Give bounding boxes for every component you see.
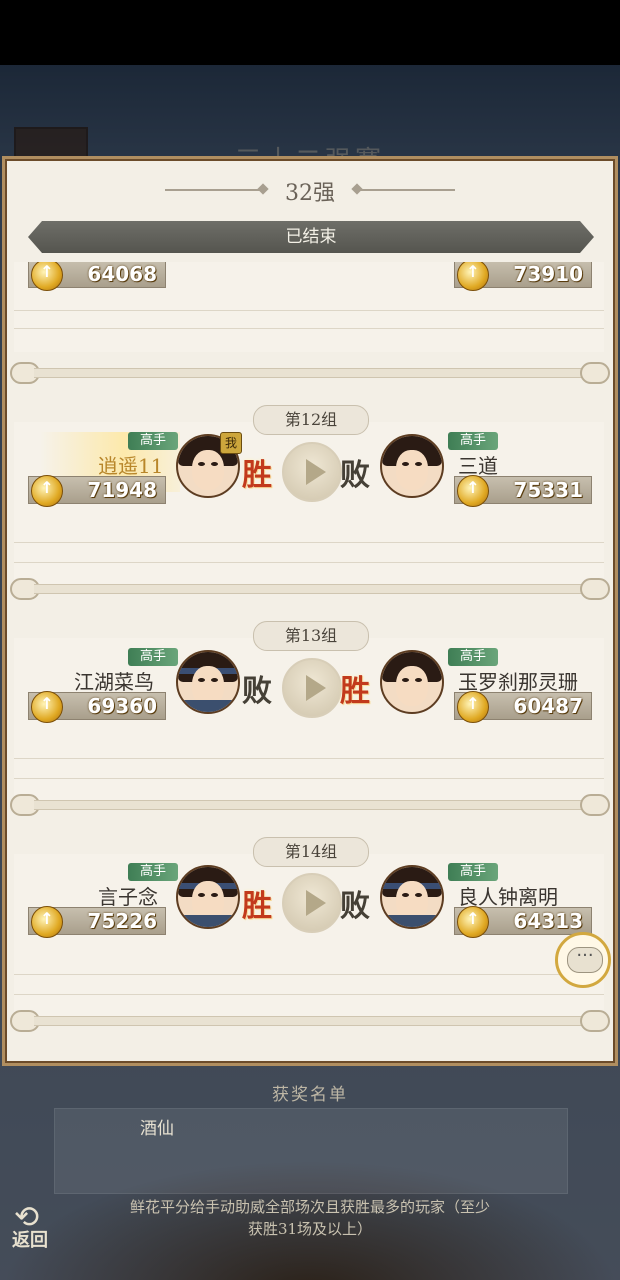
left-avatar[interactable] [176,650,240,714]
divider [14,778,604,779]
group-label: 第12组 [253,405,369,435]
power-coin-icon [457,475,489,507]
right-avatar[interactable] [380,865,444,929]
rank-badge: 高手 [128,432,178,450]
play-icon[interactable] [282,658,342,718]
award-winner: 酒仙 [140,1119,174,1139]
power-coin-icon [457,262,489,291]
play-icon[interactable] [282,442,342,502]
left-power-bar: 64068 [28,262,166,291]
left-power-bar: 69360 [28,691,166,723]
right-power: 75331 [513,478,583,502]
right-power-bar: 64313 [454,906,592,938]
power-coin-icon [457,906,489,938]
play-icon[interactable] [282,873,342,933]
award-list-title: 获奖名单 [272,1085,348,1105]
right-power-bar: 75331 [454,475,592,507]
right-result: 败 [340,889,370,924]
left-result: 败 [242,674,272,709]
left-result: 胜 [242,458,272,493]
right-avatar[interactable] [380,434,444,498]
divider [14,994,604,995]
group-label: 第14组 [253,837,369,867]
group-label: 第13组 [253,621,369,651]
scroll-divider [10,792,610,816]
power-coin-icon [31,906,63,938]
back-button[interactable]: ⟲ 返回 [4,1196,66,1256]
left-player-name: 逍遥11 [98,454,164,478]
power-coin-icon [31,475,63,507]
panel-title: 32强 [285,181,335,206]
right-player-name: 三道 [458,454,498,478]
scroll-divider [10,576,610,600]
award-list-box [54,1108,568,1194]
power-coin-icon [457,691,489,723]
left-player-name: 江湖菜鸟 [74,670,154,694]
left-result: 胜 [242,889,272,924]
me-badge: 我 [220,432,242,454]
rank-badge: 高手 [128,648,178,666]
divider [14,758,604,759]
right-power: 64313 [513,909,583,933]
title-ornament-right [355,189,455,191]
left-power: 64068 [87,262,157,286]
divider [14,310,604,311]
left-power: 69360 [87,694,157,718]
power-coin-icon [31,262,63,291]
chat-icon[interactable] [555,932,611,988]
left-power: 71948 [87,478,157,502]
divider [14,562,604,563]
right-result: 败 [340,458,370,493]
right-power: 73910 [513,262,583,286]
left-power-bar: 71948 [28,475,166,507]
right-power: 60487 [513,694,583,718]
rank-badge: 高手 [128,863,178,881]
power-coin-icon [31,691,63,723]
match-status-bar: 已结束 [28,221,594,253]
right-avatar[interactable] [380,650,444,714]
rank-badge: 高手 [448,863,498,881]
left-power-bar: 75226 [28,906,166,938]
rank-badge: 高手 [448,432,498,450]
left-player-name: 言子念 [98,885,158,909]
left-avatar[interactable] [176,865,240,929]
scroll-divider [10,360,610,384]
status-bar-top [0,0,620,65]
divider [14,328,604,329]
right-power-bar: 73910 [454,262,592,291]
divider [14,974,604,975]
match-card-partial: 64068 73910 [14,262,604,352]
rank-badge: 高手 [448,648,498,666]
award-note: 鲜花平分给手动助威全部场次且获胜最多的玩家（至少获胜31场及以上） [130,1198,491,1238]
divider [14,542,604,543]
scroll-divider [10,1008,610,1032]
left-power: 75226 [87,909,157,933]
right-result: 胜 [340,674,370,709]
back-label: 返回 [12,1230,48,1251]
right-power-bar: 60487 [454,691,592,723]
match-list[interactable]: 64068 73910 第12组 高手 逍遥11 71948 我 胜 败 高手 … [10,262,610,1052]
